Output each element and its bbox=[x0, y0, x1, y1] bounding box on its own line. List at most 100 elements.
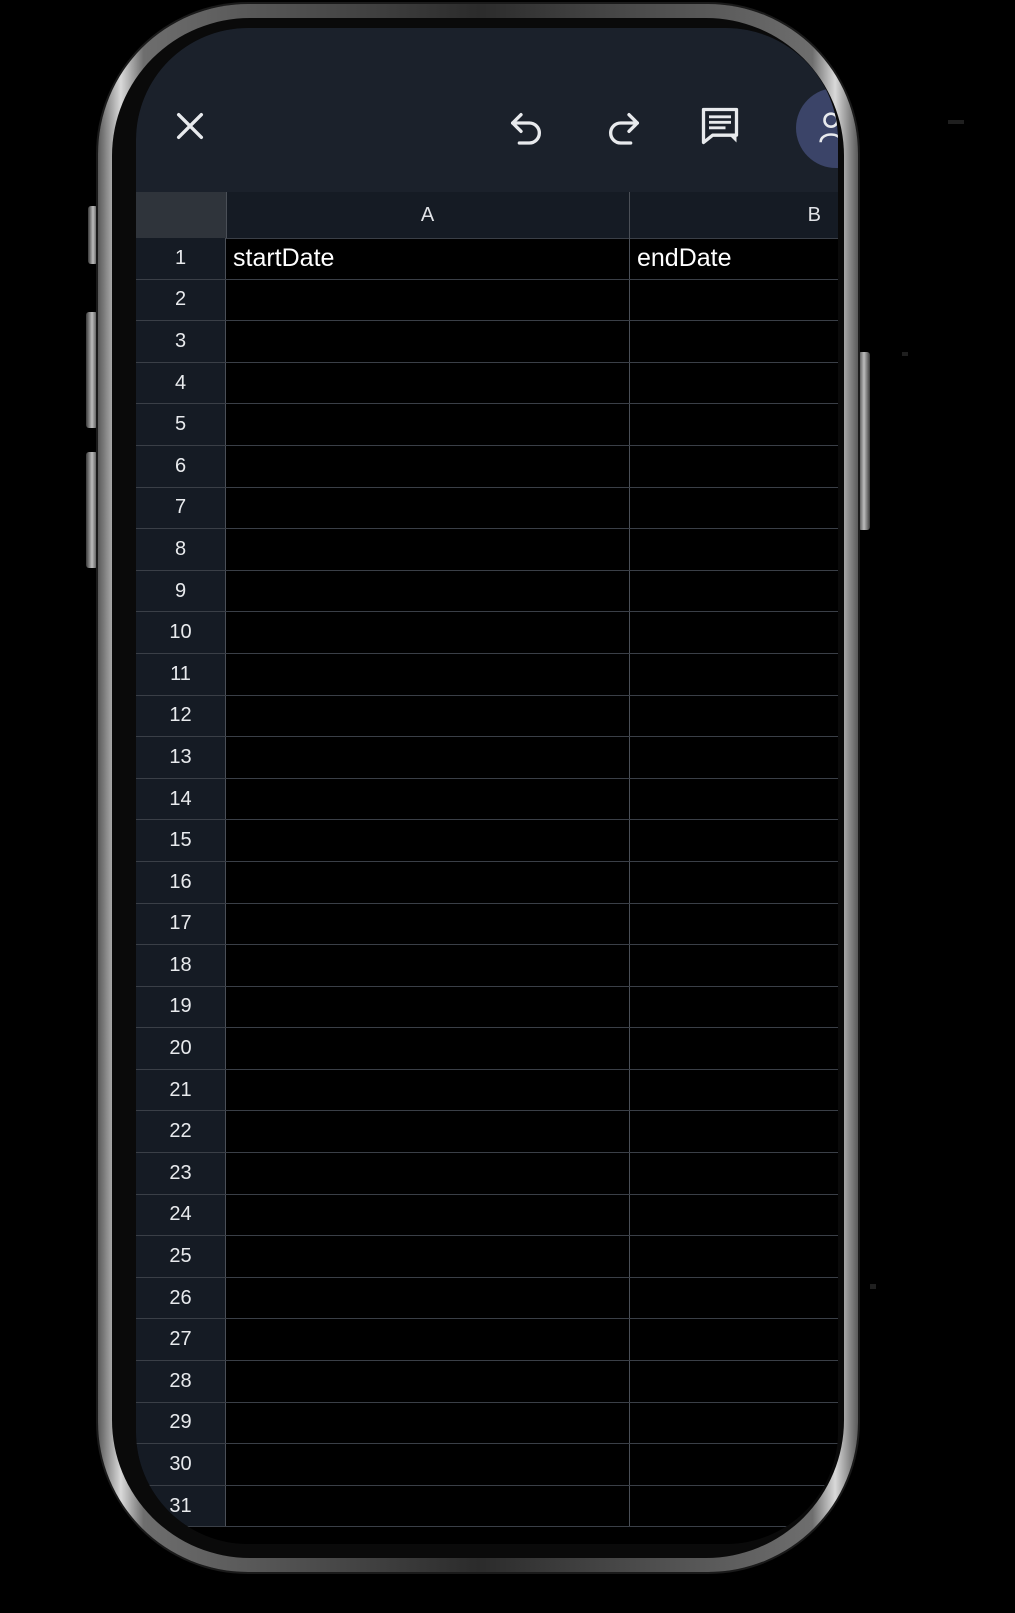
cell-b[interactable] bbox=[630, 529, 838, 570]
column-header-b[interactable]: B bbox=[630, 192, 838, 238]
row-header[interactable]: 10 bbox=[136, 612, 226, 653]
cell-a[interactable]: startDate bbox=[226, 238, 630, 279]
row-header[interactable]: 18 bbox=[136, 945, 226, 986]
row-header[interactable]: 21 bbox=[136, 1069, 226, 1111]
cell-b[interactable] bbox=[630, 363, 838, 404]
row-header[interactable]: 2 bbox=[136, 279, 226, 321]
row-header[interactable]: 28 bbox=[136, 1361, 226, 1402]
cell-a[interactable] bbox=[226, 570, 630, 612]
cell-b[interactable] bbox=[630, 1195, 838, 1236]
cell-a[interactable] bbox=[226, 321, 630, 362]
cell-a[interactable] bbox=[226, 653, 630, 695]
row-header[interactable]: 25 bbox=[136, 1236, 226, 1277]
cell-b[interactable] bbox=[630, 1319, 838, 1360]
row-header[interactable]: 5 bbox=[136, 404, 226, 445]
cell-a[interactable] bbox=[226, 1236, 630, 1277]
row-header[interactable]: 22 bbox=[136, 1111, 226, 1153]
cell-b[interactable] bbox=[630, 1444, 838, 1485]
cell-a[interactable] bbox=[226, 1361, 630, 1402]
row-header[interactable]: 14 bbox=[136, 778, 226, 820]
cell-b[interactable] bbox=[630, 696, 838, 737]
cell-a[interactable] bbox=[226, 1028, 630, 1069]
cell-a[interactable] bbox=[226, 1111, 630, 1153]
cell-b[interactable] bbox=[630, 280, 838, 321]
cell-b[interactable] bbox=[630, 820, 838, 861]
redo-button[interactable] bbox=[598, 102, 650, 154]
cell-a[interactable] bbox=[226, 362, 630, 404]
cell-a[interactable] bbox=[226, 1402, 630, 1444]
cell-b[interactable] bbox=[630, 1028, 838, 1069]
comments-button[interactable] bbox=[692, 98, 748, 154]
cell-a[interactable] bbox=[226, 861, 630, 903]
row-header[interactable]: 26 bbox=[136, 1277, 226, 1319]
cell-b[interactable] bbox=[630, 1278, 838, 1319]
cell-a[interactable] bbox=[226, 279, 630, 321]
cell-a[interactable] bbox=[226, 1194, 630, 1236]
row-header[interactable]: 30 bbox=[136, 1444, 226, 1485]
cell-b[interactable] bbox=[630, 1486, 838, 1527]
cell-b[interactable] bbox=[630, 904, 838, 945]
cell-b[interactable] bbox=[630, 612, 838, 653]
row-header[interactable]: 17 bbox=[136, 903, 226, 945]
cell-a[interactable] bbox=[226, 445, 630, 487]
cell-a[interactable] bbox=[226, 986, 630, 1028]
row-header[interactable]: 20 bbox=[136, 1028, 226, 1069]
cell-a[interactable] bbox=[226, 1153, 630, 1194]
cell-b[interactable] bbox=[630, 1361, 838, 1402]
cell-b[interactable] bbox=[630, 571, 838, 612]
cell-b[interactable] bbox=[630, 404, 838, 445]
cell-b[interactable] bbox=[630, 1153, 838, 1194]
cell-b[interactable] bbox=[630, 1236, 838, 1277]
row-header[interactable]: 23 bbox=[136, 1153, 226, 1194]
row-header[interactable]: 31 bbox=[136, 1485, 226, 1527]
row-header[interactable]: 11 bbox=[136, 653, 226, 695]
column-header-a[interactable]: A bbox=[226, 192, 630, 238]
cell-b[interactable] bbox=[630, 1070, 838, 1111]
row-header[interactable]: 7 bbox=[136, 487, 226, 529]
row-header[interactable]: 19 bbox=[136, 986, 226, 1028]
cell-a[interactable] bbox=[226, 695, 630, 737]
cell-b[interactable] bbox=[630, 862, 838, 903]
row-header[interactable]: 29 bbox=[136, 1402, 226, 1444]
row-header[interactable]: 27 bbox=[136, 1319, 226, 1361]
cell-b[interactable] bbox=[630, 987, 838, 1028]
row-header[interactable]: 8 bbox=[136, 529, 226, 570]
row-header[interactable]: 16 bbox=[136, 861, 226, 903]
row-header[interactable]: 1 bbox=[136, 238, 226, 279]
row-header[interactable]: 9 bbox=[136, 570, 226, 612]
cell-a[interactable] bbox=[226, 487, 630, 529]
cell-b[interactable] bbox=[630, 779, 838, 820]
cell-a[interactable] bbox=[226, 820, 630, 861]
cell-a[interactable] bbox=[226, 945, 630, 986]
row-header[interactable]: 6 bbox=[136, 445, 226, 487]
cell-a[interactable] bbox=[226, 529, 630, 570]
cell-b[interactable] bbox=[630, 737, 838, 778]
cell-a[interactable] bbox=[226, 778, 630, 820]
cell-b[interactable] bbox=[630, 488, 838, 529]
cell-a[interactable] bbox=[226, 737, 630, 778]
cell-a[interactable] bbox=[226, 1319, 630, 1361]
account-avatar-button[interactable] bbox=[796, 88, 838, 168]
cell-b[interactable] bbox=[630, 945, 838, 986]
undo-button[interactable] bbox=[500, 102, 552, 154]
cell-b[interactable] bbox=[630, 654, 838, 695]
cell-a[interactable] bbox=[226, 404, 630, 445]
cell-b[interactable] bbox=[630, 321, 838, 362]
cell-a[interactable] bbox=[226, 1485, 630, 1527]
row-header[interactable]: 12 bbox=[136, 695, 226, 737]
cell-a[interactable] bbox=[226, 1444, 630, 1485]
select-all-corner[interactable] bbox=[136, 192, 227, 238]
cell-a[interactable] bbox=[226, 1069, 630, 1111]
close-button[interactable] bbox=[166, 102, 214, 150]
cell-b[interactable] bbox=[630, 1111, 838, 1152]
row-header[interactable]: 3 bbox=[136, 321, 226, 362]
cell-b[interactable]: endDate bbox=[630, 238, 838, 279]
row-header[interactable]: 24 bbox=[136, 1194, 226, 1236]
row-header[interactable]: 15 bbox=[136, 820, 226, 861]
cell-b[interactable] bbox=[630, 446, 838, 487]
cell-b[interactable] bbox=[630, 1403, 838, 1444]
row-header[interactable]: 13 bbox=[136, 737, 226, 778]
cell-a[interactable] bbox=[226, 903, 630, 945]
cell-a[interactable] bbox=[226, 1277, 630, 1319]
row-header[interactable]: 4 bbox=[136, 362, 226, 404]
